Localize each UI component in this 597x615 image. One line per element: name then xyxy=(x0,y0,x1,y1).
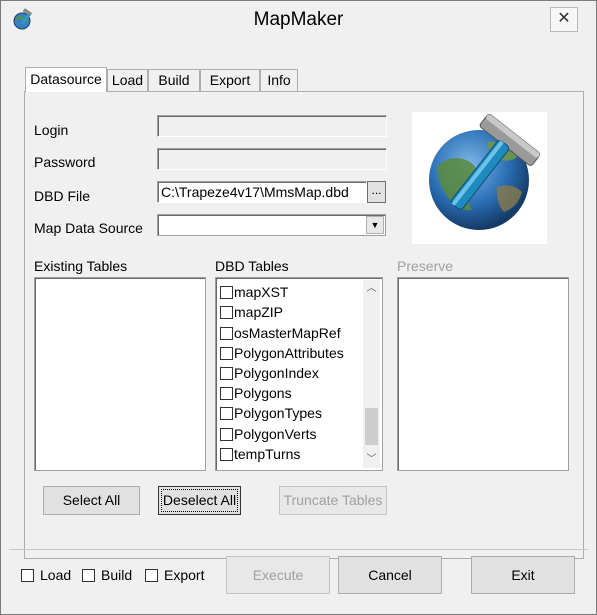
tab-load[interactable]: Load xyxy=(107,69,148,91)
export-option[interactable]: Export xyxy=(145,567,204,583)
tab-info[interactable]: Info xyxy=(260,69,298,91)
dbd-file-field[interactable] xyxy=(157,181,367,203)
checkbox[interactable] xyxy=(220,448,233,461)
scroll-thumb[interactable] xyxy=(365,408,378,445)
checkbox[interactable] xyxy=(220,347,233,360)
login-label: Login xyxy=(34,122,69,138)
login-field[interactable] xyxy=(157,115,387,137)
list-item-label: PolygonAttributes xyxy=(234,345,344,361)
checkbox[interactable] xyxy=(220,407,233,420)
list-item[interactable]: tempTurns xyxy=(220,444,300,464)
list-item[interactable]: osMasterMapRef xyxy=(220,323,341,343)
preserve-list[interactable] xyxy=(397,277,569,471)
list-item-label: PolygonIndex xyxy=(234,365,319,381)
dbd-tables-list[interactable]: mapXST mapZIP osMasterMapRef PolygonAttr… xyxy=(215,277,383,471)
load-option[interactable]: Load xyxy=(21,567,71,583)
select-all-button[interactable]: Select All xyxy=(43,486,140,515)
dbd-tables-label: DBD Tables xyxy=(215,258,289,274)
title-bar: MapMaker ✕ xyxy=(1,1,596,39)
tab-label: Info xyxy=(267,72,291,88)
build-option[interactable]: Build xyxy=(82,567,132,583)
exit-button[interactable]: Exit xyxy=(471,556,575,594)
list-item[interactable]: PolygonTypes xyxy=(220,403,322,423)
map-data-source-select[interactable]: ▼ xyxy=(157,214,386,236)
export-option-label: Export xyxy=(164,567,205,583)
list-item[interactable]: PolygonAttributes xyxy=(220,343,344,363)
chevron-up-icon[interactable]: ︿ xyxy=(363,280,380,297)
list-item-label: PolygonVerts xyxy=(234,426,317,442)
load-checkbox[interactable] xyxy=(21,569,34,582)
load-option-label: Load xyxy=(40,567,72,583)
close-icon: ✕ xyxy=(557,10,571,27)
cancel-button[interactable]: Cancel xyxy=(338,556,442,594)
list-item[interactable]: PolygonVerts xyxy=(220,424,317,444)
bottom-bar: Load Build Export Execute Cancel Exit xyxy=(9,549,588,608)
globe-hammer-icon xyxy=(412,112,547,244)
mapmaker-window: MapMaker ✕ Datasource Load Build Export … xyxy=(0,0,597,615)
list-item-label: tempTurns xyxy=(234,446,301,462)
deselect-all-button[interactable]: Deselect All xyxy=(158,486,241,515)
close-button[interactable]: ✕ xyxy=(550,7,578,32)
tab-export[interactable]: Export xyxy=(200,69,260,91)
list-item-label: Polygons xyxy=(234,385,292,401)
build-option-label: Build xyxy=(101,567,133,583)
window-title: MapMaker xyxy=(253,9,344,30)
list-item-label: mapZIP xyxy=(234,304,284,320)
tab-label: Datasource xyxy=(30,71,102,87)
list-item-label: osMasterMapRef xyxy=(234,325,341,341)
build-checkbox[interactable] xyxy=(82,569,95,582)
browse-button[interactable]: ... xyxy=(367,181,386,203)
tab-datasource[interactable]: Datasource xyxy=(25,67,107,92)
checkbox[interactable] xyxy=(220,387,233,400)
list-item-label: PolygonTypes xyxy=(234,405,322,421)
checkbox[interactable] xyxy=(220,367,233,380)
list-item[interactable]: Polygons xyxy=(220,383,292,403)
list-item-label: mapXST xyxy=(234,284,289,300)
export-checkbox[interactable] xyxy=(145,569,158,582)
checkbox[interactable] xyxy=(220,306,233,319)
preserve-label: Preserve xyxy=(397,258,454,274)
list-item[interactable]: mapXST xyxy=(220,282,288,302)
checkbox[interactable] xyxy=(220,286,233,299)
chevron-down-icon[interactable]: ﹀ xyxy=(363,451,380,468)
existing-tables-list[interactable] xyxy=(34,277,206,471)
checkbox[interactable] xyxy=(220,428,233,441)
truncate-tables-button[interactable]: Truncate Tables xyxy=(279,486,387,515)
tab-label: Export xyxy=(209,72,251,88)
password-field[interactable] xyxy=(157,148,387,170)
password-label: Password xyxy=(34,154,96,170)
chevron-down-icon[interactable]: ▼ xyxy=(366,216,384,234)
checkbox[interactable] xyxy=(220,327,233,340)
datasource-panel: Login Password DBD File ... Map Data Sou… xyxy=(24,91,584,559)
client-area: Datasource Load Build Export Info Login … xyxy=(9,39,588,608)
map-data-source-label: Map Data Source xyxy=(34,220,143,236)
tab-label: Load xyxy=(111,72,144,88)
existing-tables-label: Existing Tables xyxy=(34,258,128,274)
vertical-scrollbar[interactable]: ︿ ﹀ xyxy=(363,280,380,468)
tab-build[interactable]: Build xyxy=(148,69,200,91)
execute-button[interactable]: Execute xyxy=(226,556,330,594)
dbd-file-label: DBD File xyxy=(34,188,91,204)
tab-label: Build xyxy=(158,72,190,88)
list-item[interactable]: mapZIP xyxy=(220,302,283,322)
list-item[interactable]: PolygonIndex xyxy=(220,363,319,383)
